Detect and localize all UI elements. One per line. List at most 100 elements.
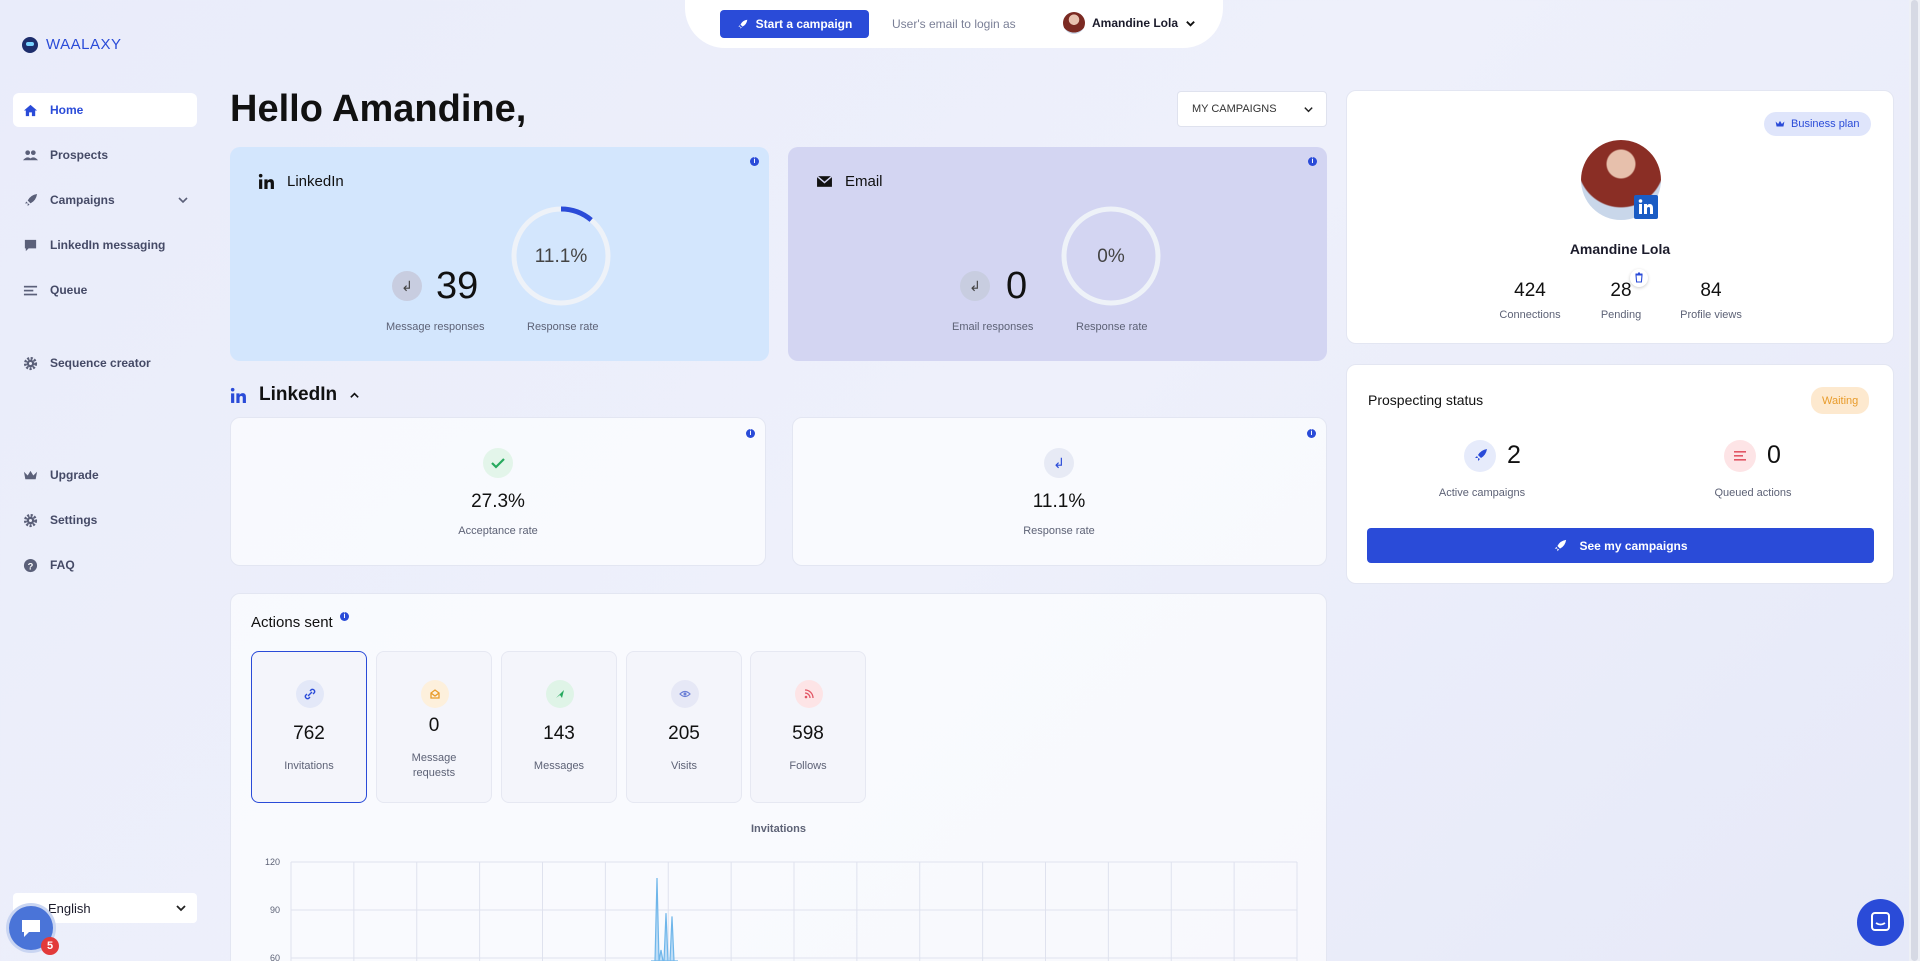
action-count: 762 (293, 723, 325, 744)
action-tile-invitations[interactable]: 762 Invitations (251, 651, 367, 803)
message-responses-value: 39 (436, 265, 479, 307)
connections-label: Connections (1499, 309, 1561, 321)
series-line (651, 877, 678, 961)
response-rate-value: 0% (1097, 246, 1125, 267)
start-campaign-button[interactable]: Start a campaign (720, 10, 869, 38)
info-icon[interactable]: i (746, 429, 755, 438)
rocket-icon (1464, 440, 1496, 472)
response-rate-label: Response rate (1076, 321, 1148, 333)
sidebar-item-prospects[interactable]: Prospects (13, 138, 197, 172)
info-icon[interactable]: i (1307, 429, 1316, 438)
action-tile-visits[interactable]: 205 Visits (626, 651, 742, 803)
card-title-text: Email (845, 173, 883, 190)
sidebar-item-home[interactable]: Home (13, 93, 197, 127)
chat-badge: 5 (41, 937, 59, 955)
svg-text:?: ? (28, 561, 34, 571)
response-rate-card: i ↲ 11.1% Response rate (792, 417, 1327, 566)
crown-icon (23, 470, 38, 479)
user-menu[interactable]: Amandine Lola (1063, 12, 1196, 34)
start-campaign-label: Start a campaign (755, 17, 853, 31)
checkmark-icon (483, 448, 513, 478)
reply-icon: ↲ (960, 271, 990, 301)
reply-icon: ↲ (392, 271, 422, 301)
y-tick-label: 90 (270, 905, 280, 915)
active-campaigns-label: Active campaigns (1438, 487, 1526, 499)
sidebar-item-label: LinkedIn messaging (50, 238, 166, 252)
sidebar-item-label: Home (50, 103, 84, 117)
action-tile-messages[interactable]: 143 Messages (501, 651, 617, 803)
rocket-icon (24, 193, 38, 206)
envelope-open-icon (421, 680, 449, 708)
card-title: LinkedIn (258, 173, 344, 190)
eye-icon (671, 680, 699, 708)
page-title: Hello Amandine, (230, 88, 527, 130)
sidebar-item-label: Prospects (50, 148, 109, 162)
sidebar-item-queue[interactable]: Queue (13, 273, 197, 307)
response-rate-label: Response rate (1023, 525, 1095, 537)
email-responses-value: 0 (1006, 265, 1028, 307)
chevron-down-icon (1304, 107, 1313, 113)
see-my-campaigns-button[interactable]: See my campaigns (1367, 528, 1874, 563)
invitations-chart: 120 90 60 (265, 857, 1298, 961)
sidebar-item-label: Settings (50, 513, 98, 527)
action-count: 0 (428, 715, 440, 736)
chevron-up-icon (350, 391, 359, 398)
action-label: Messages (533, 760, 585, 772)
info-icon[interactable]: i (340, 612, 349, 621)
linkedin-section-header[interactable]: LinkedIn (230, 384, 360, 406)
sidebar-item-linkedin-messaging[interactable]: LinkedIn messaging (13, 228, 197, 262)
linkedin-summary-card: i LinkedIn ↲ 39 Message responses 11.1% … (230, 147, 769, 361)
language-label: English (48, 900, 91, 916)
avatar (1063, 12, 1085, 34)
crown-icon (1775, 120, 1785, 127)
chevron-down-icon[interactable] (177, 194, 189, 206)
pending-value: 28 (1610, 280, 1632, 301)
status-badge: Waiting (1811, 387, 1870, 414)
logo[interactable]: WAALAXY (22, 36, 121, 53)
card-title-text: LinkedIn (287, 173, 344, 190)
action-label: Follows (789, 760, 827, 772)
linkedin-icon (258, 173, 274, 189)
sidebar-item-label: Upgrade (50, 468, 99, 482)
help-chat-button[interactable] (1857, 899, 1904, 946)
rocket-icon (1555, 539, 1567, 551)
scrollbar-thumb[interactable] (1911, 0, 1918, 961)
chart-title: Invitations (750, 823, 806, 835)
info-icon[interactable]: i (750, 157, 759, 166)
linkedin-badge-icon (1634, 195, 1658, 219)
sidebar-item-sequence-creator[interactable]: Sequence creator (13, 346, 197, 380)
action-count: 205 (668, 723, 700, 744)
see-my-campaigns-label: See my campaigns (1579, 538, 1688, 553)
action-tile-follows[interactable]: 598 Follows (750, 651, 866, 803)
sidebar-item-settings[interactable]: Settings (13, 503, 197, 537)
queued-actions-value: 0 (1767, 441, 1781, 469)
trash-button[interactable] (1630, 269, 1648, 287)
action-tile-message-requests[interactable]: 0 Message requests (376, 651, 492, 803)
queued-actions-label: Queued actions (1714, 487, 1792, 499)
rss-icon (795, 680, 823, 708)
user-name: Amandine Lola (1092, 16, 1179, 30)
sidebar-item-label: Campaigns (50, 193, 115, 207)
login-as-field[interactable]: User's email to login as (892, 17, 1016, 31)
chevron-down-icon (176, 905, 186, 912)
y-tick-label: 120 (265, 857, 280, 867)
prospecting-title: Prospecting status (1368, 392, 1484, 408)
response-rate-value: 11.1% (534, 246, 588, 267)
rocket-icon (738, 19, 747, 29)
sidebar-item-label: Sequence creator (50, 356, 151, 370)
queue-icon (1724, 440, 1756, 472)
question-icon: ? (23, 558, 38, 572)
plan-badge-text: Business plan (1791, 118, 1860, 130)
logo-text: WAALAXY (46, 36, 122, 53)
campaign-filter-select[interactable]: MY CAMPAIGNS (1177, 91, 1327, 127)
action-label: Visits (670, 760, 698, 772)
sidebar-item-upgrade[interactable]: Upgrade (13, 458, 197, 492)
users-icon (23, 149, 38, 160)
sidebar-item-campaigns[interactable]: Campaigns (13, 183, 197, 217)
info-icon[interactable]: i (1308, 157, 1317, 166)
sidebar-item-faq[interactable]: ? FAQ (13, 548, 197, 582)
section-title-text: LinkedIn (259, 384, 338, 405)
action-count: 143 (543, 723, 575, 744)
email-responses-label: Email responses (952, 321, 1034, 333)
profile-views-value: 84 (1700, 280, 1722, 301)
